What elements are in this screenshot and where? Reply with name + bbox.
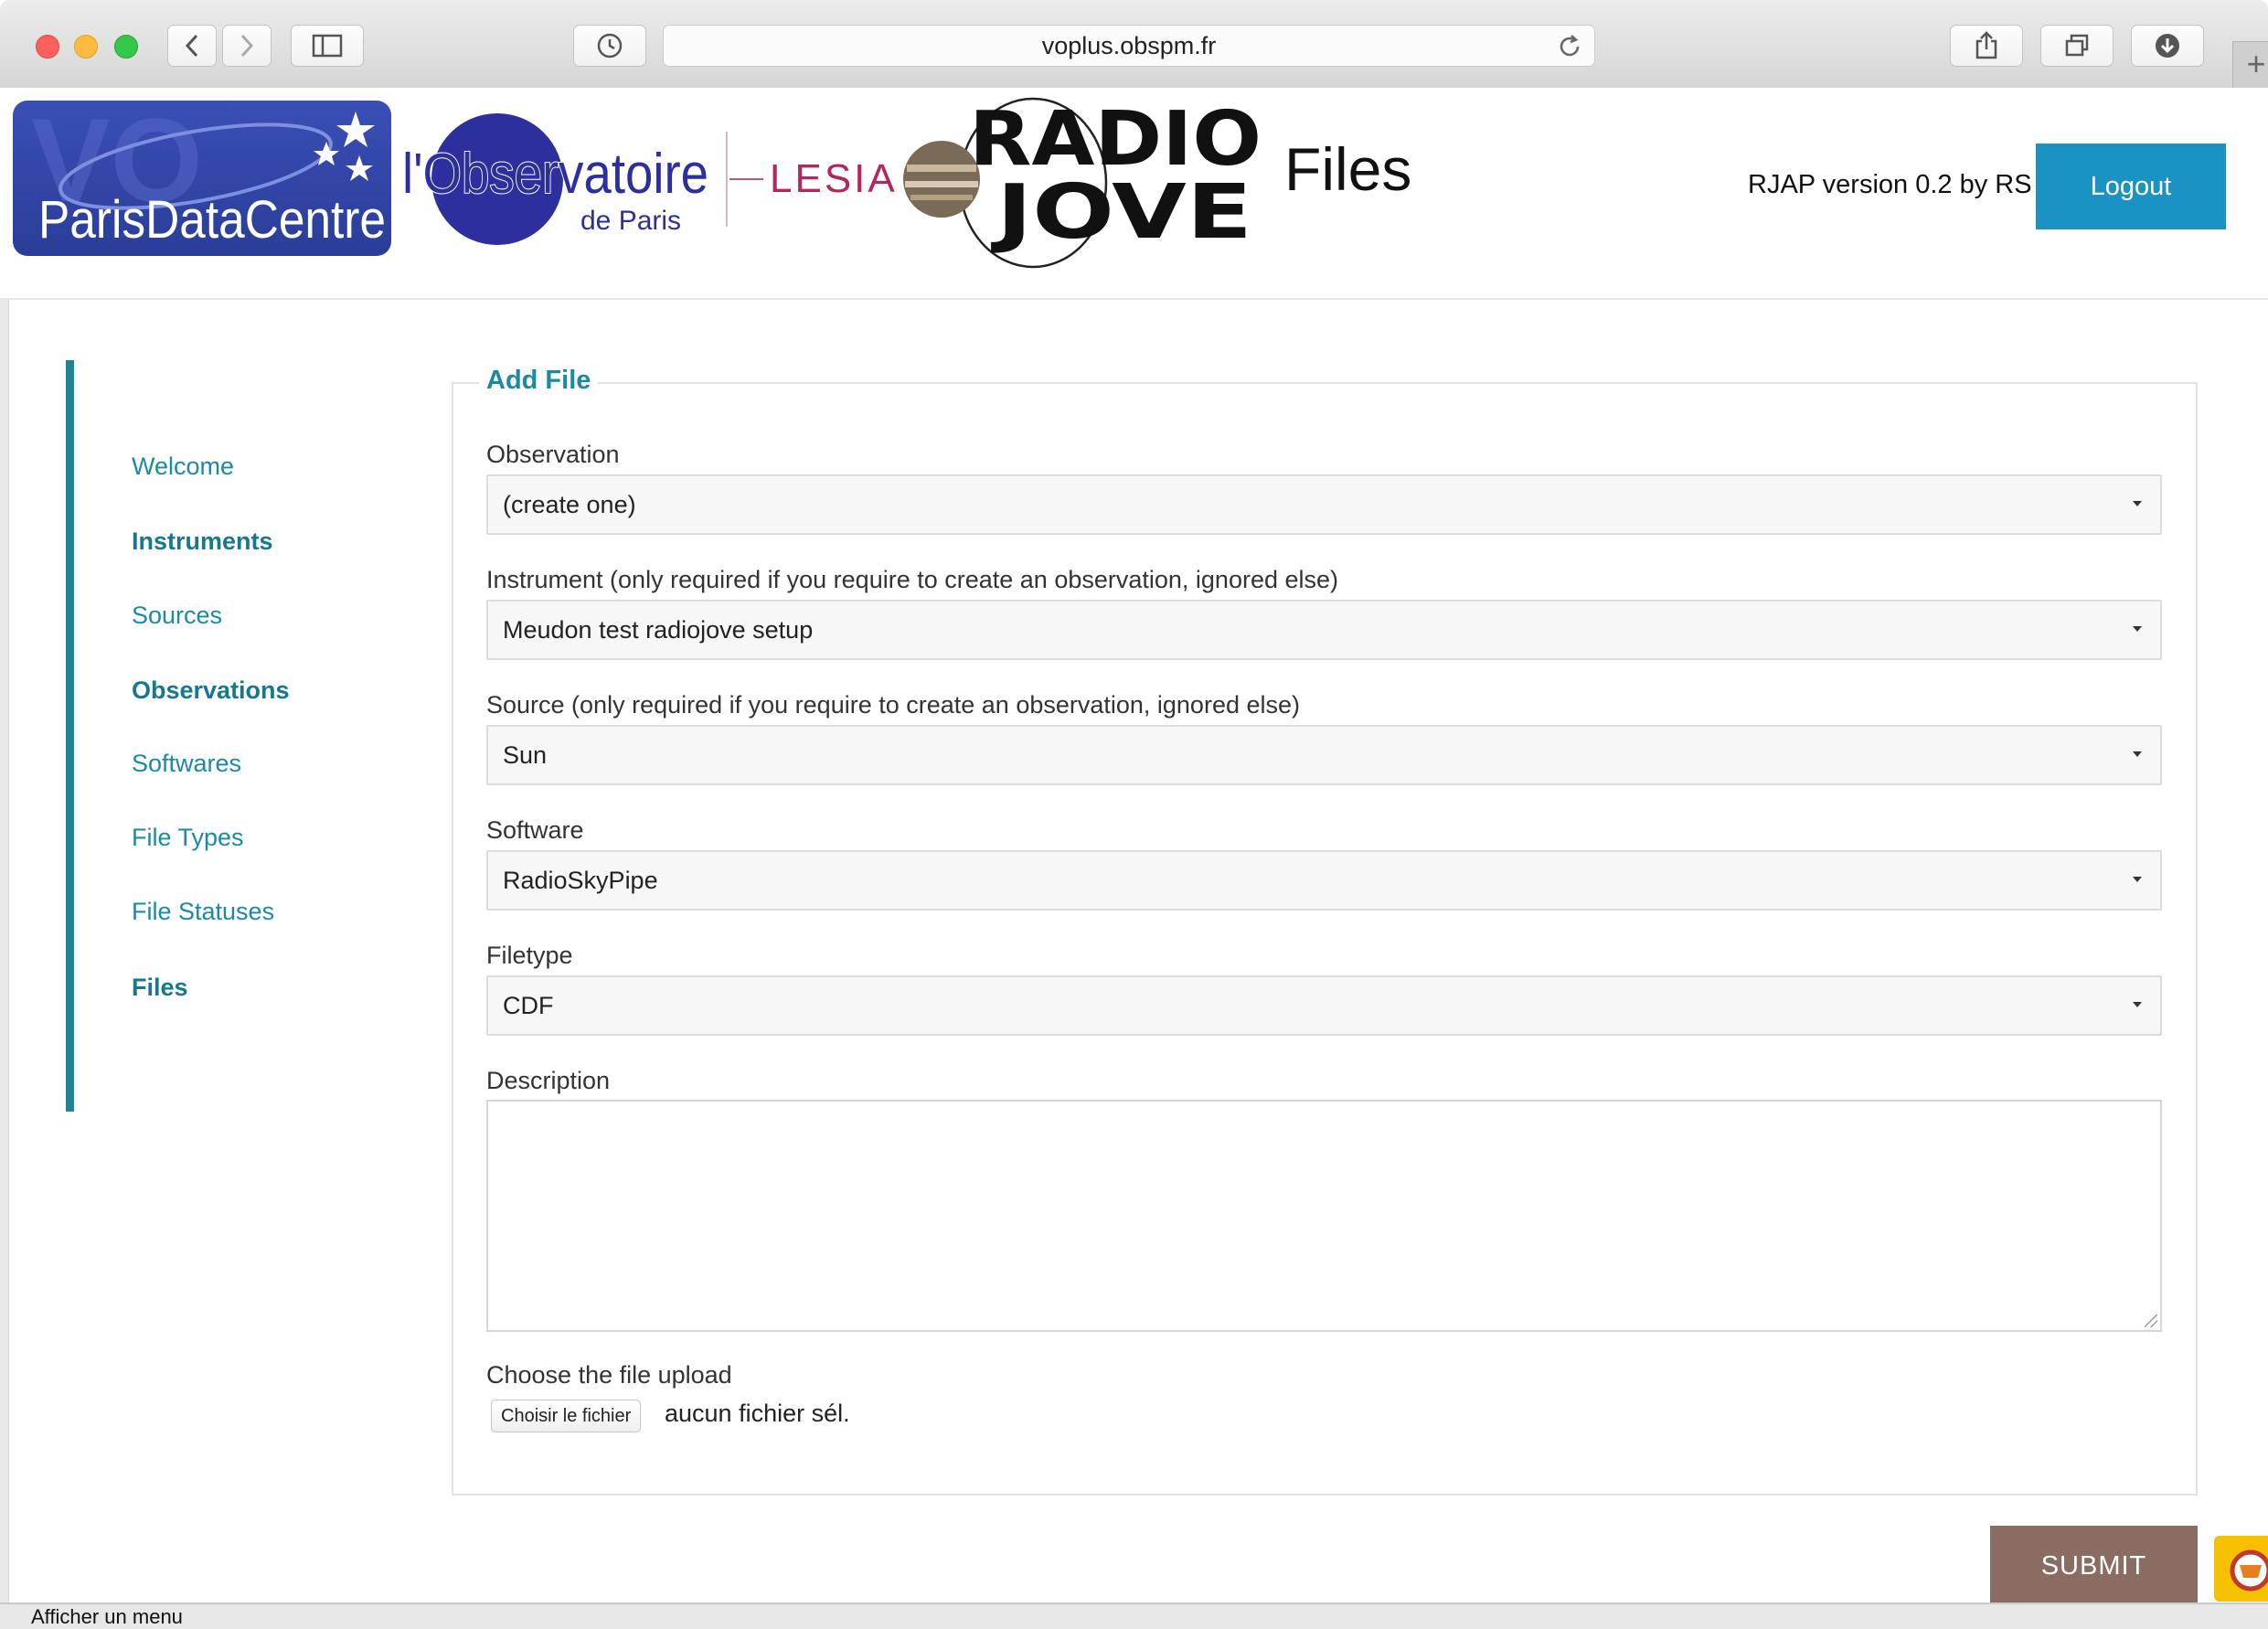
lesia-logo[interactable]: LESIA (722, 124, 896, 234)
observation-select-value: (create one) (503, 491, 636, 518)
window-edge (0, 88, 9, 1602)
extension-icon[interactable] (2214, 1536, 2268, 1602)
caret-down-icon (2133, 501, 2142, 506)
logout-button[interactable]: Logout (2036, 144, 2226, 229)
caret-down-icon (2133, 751, 2142, 757)
download-icon (2156, 34, 2179, 58)
vo-logo-icon: VO ParisDataCentre (31, 101, 386, 250)
observation-select[interactable]: (create one) (486, 474, 2162, 535)
filetype-label: Filetype (486, 942, 573, 969)
paris-data-centre-logo[interactable]: VO ParisDataCentre (13, 101, 391, 256)
sidebar-item-sources[interactable]: Sources (132, 602, 222, 630)
sidebar-item-observations[interactable]: Observations (132, 676, 290, 705)
tabs-icon (2065, 34, 2089, 57)
minimize-window-button[interactable] (74, 35, 98, 59)
observatoire-de-paris-logo[interactable]: l'Observatoire de Paris (401, 106, 709, 252)
caret-down-icon (2133, 1002, 2142, 1007)
address-bar[interactable]: voplus.obspm.fr (663, 25, 1595, 67)
observation-label: Observation (486, 441, 620, 468)
sidebar-item-files[interactable]: Files (132, 974, 188, 1002)
radio-jove-line2: JOVE (991, 169, 1252, 256)
app-title: Files (1284, 135, 1412, 203)
source-select-value: Sun (503, 741, 548, 769)
file-upload-label: Choose the file upload (486, 1361, 732, 1389)
chevron-right-icon (240, 34, 254, 58)
sidebar-item-welcome[interactable]: Welcome (132, 452, 234, 481)
share-icon (1975, 31, 1997, 59)
caret-down-icon (2133, 877, 2142, 882)
sidebar-item-softwares[interactable]: Softwares (132, 750, 241, 778)
tabs-overview-button[interactable] (2040, 25, 2114, 67)
plus-icon: + (2246, 45, 2266, 82)
instrument-select-value: Meudon test radiojove setup (503, 616, 814, 644)
history-button[interactable] (573, 25, 646, 67)
badge-icon (2230, 1549, 2268, 1592)
caret-down-icon (2133, 626, 2142, 632)
pdc-logo-text: ParisDataCentre (38, 190, 386, 250)
description-label: Description (486, 1067, 611, 1094)
observatoire-logo-subtext: de Paris (580, 206, 681, 236)
status-bar-text: Afficher un menu (31, 1605, 183, 1628)
new-tab-button[interactable]: + (2232, 41, 2268, 89)
version-text: RJAP version 0.2 by RS (1748, 170, 2032, 199)
instrument-select[interactable]: Meudon test radiojove setup (486, 600, 2162, 660)
radio-jove-logo[interactable]: RADIO JOVE (896, 91, 1280, 274)
downloads-button[interactable] (2131, 25, 2204, 67)
sidebar-icon (312, 34, 343, 58)
sidebar-accent-bar (66, 360, 74, 1112)
software-label: Software (486, 816, 584, 844)
instrument-label: Instrument (only required if you require… (486, 566, 1339, 593)
chevron-left-icon (185, 34, 198, 58)
choose-file-button[interactable]: Choisir le fichier (491, 1400, 642, 1432)
software-select-value: RadioSkyPipe (503, 867, 658, 894)
form-legend: Add File (479, 366, 599, 396)
lesia-logo-text: LESIA (770, 156, 896, 201)
site-header: VO ParisDataCentre l'Observatoire de Par… (0, 88, 2268, 300)
description-textarea[interactable] (486, 1100, 2162, 1332)
clock-icon (597, 33, 623, 59)
submit-button[interactable]: SUBMIT (1990, 1526, 2198, 1606)
share-button[interactable] (1950, 25, 2023, 67)
forward-button[interactable] (222, 25, 272, 67)
resize-handle-icon[interactable] (2145, 1315, 2157, 1327)
filetype-select[interactable]: CDF (486, 975, 2162, 1036)
url-text: voplus.obspm.fr (1041, 32, 1217, 59)
browser-toolbar: voplus.obspm.fr + (0, 0, 2268, 89)
sidebar-toggle-button[interactable] (291, 25, 364, 67)
sidebar-item-instruments[interactable]: Instruments (132, 527, 273, 556)
observatoire-logo-text: l'Observatoire (402, 143, 708, 206)
zoom-window-button[interactable] (114, 35, 138, 59)
source-select[interactable]: Sun (486, 725, 2162, 785)
reload-icon[interactable] (1556, 33, 1583, 60)
sidebar-item-file-statuses[interactable]: File Statuses (132, 898, 274, 926)
filetype-select-value: CDF (503, 992, 554, 1019)
back-button[interactable] (167, 25, 217, 67)
source-label: Source (only required if you require to … (486, 691, 1300, 719)
file-upload-status: aucun fichier sél. (665, 1400, 850, 1427)
status-bar: Afficher un menu (0, 1602, 2268, 1629)
close-window-button[interactable] (36, 35, 59, 59)
sidebar-item-file-types[interactable]: File Types (132, 824, 244, 852)
software-select[interactable]: RadioSkyPipe (486, 850, 2162, 910)
